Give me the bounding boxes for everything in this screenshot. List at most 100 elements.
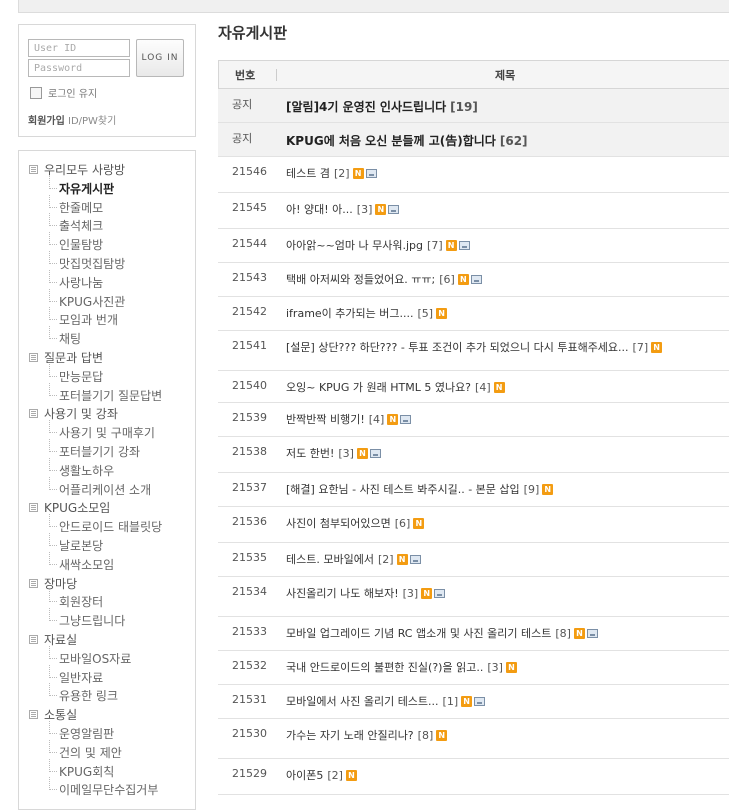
header-divider [276, 69, 277, 81]
post-title-link[interactable]: 아아앍~~엄마 나 무사워.jpg [7] N [286, 237, 470, 253]
image-attachment-icon [470, 274, 482, 284]
sidebar-item[interactable]: 생활노하우 [47, 457, 114, 479]
table-row: 21540 오잉~ KPUG 가 원래 HTML 5 였나요? [4] N [218, 371, 729, 403]
post-title-link[interactable]: 아이폰5 [2] N [286, 767, 357, 783]
sidebar-item[interactable]: KPUG회칙 [47, 758, 114, 780]
post-number: 21542 [232, 305, 267, 318]
comment-count: [4] [368, 412, 385, 426]
sidebar-item[interactable]: 어플리케이션 소개 [47, 476, 151, 498]
post-title-link[interactable]: 테스트. 모바일에서 [2] N [286, 551, 421, 567]
post-number: 21540 [232, 379, 267, 392]
table-row: 21539 반짝반짝 비행기! [4] N [218, 403, 729, 437]
comment-count: [3] [338, 446, 354, 460]
post-title: 아! 양대! 아... [286, 203, 353, 216]
sidebar-item[interactable]: 채팅 [47, 326, 81, 347]
sidebar-category[interactable]: 질문과 답변 [29, 349, 103, 366]
post-title-link[interactable]: 택배 아저씨와 정들었어요. ㅠㅠ; [6] N [286, 271, 482, 287]
sidebar-item[interactable]: 맛집멋집탐방 [47, 251, 125, 272]
sidebar-category[interactable]: 사용기 및 강좌 [29, 405, 118, 422]
post-title: 테스트. 모바일에서 [286, 553, 374, 566]
post-number: 21539 [232, 411, 267, 424]
post-title-link[interactable]: 저도 한번! [3] N [286, 445, 381, 461]
sidebar-item[interactable]: 포터블기기 강좌 [47, 439, 140, 460]
user-id-input[interactable] [28, 39, 130, 57]
new-icon: N [396, 553, 408, 565]
sidebar-item[interactable]: 자유게시판 [47, 175, 114, 197]
post-title-link[interactable]: 오잉~ KPUG 가 원래 HTML 5 였나요? [4] N [286, 379, 505, 395]
sidebar-item[interactable]: 운영알림판 [47, 721, 114, 742]
post-title-link[interactable]: [해결] 요한님 - 사진 테스트 봐주시길.. - 본문 삽입 [9] N [286, 481, 554, 497]
post-number: 21529 [232, 767, 267, 780]
sidebar-item[interactable]: 모임과 번개 [47, 307, 118, 328]
image-attachment-icon [365, 168, 377, 178]
join-link[interactable]: 회원가입 [28, 116, 65, 127]
post-title-link[interactable]: [설문] 상단??? 하단??? - 투표 조건이 추가 되었으니 다시 투표해… [286, 339, 663, 355]
post-title-link[interactable]: 사진이 첨부되어있으면 [6] N [286, 515, 425, 531]
post-title: 사진올리기 나도 해보자! [286, 587, 399, 600]
new-icon: N [413, 517, 425, 529]
post-title-link[interactable]: 가수는 자기 노래 안질리나? [8] N [286, 727, 448, 743]
post-title-link[interactable]: 모바일 업그레이드 기념 RC 앱소개 및 사진 올리기 테스트 [8] N [286, 625, 598, 641]
page-title: 자유게시판 [218, 24, 288, 42]
notice-row: 공지 [알림]4기 운영진 인사드립니다 [19] [218, 89, 729, 123]
table-row: 21545 아! 양대! 아... [3] N [218, 193, 729, 229]
post-title-link[interactable]: 아! 양대! 아... [3] N [286, 201, 400, 217]
post-title-link[interactable]: 테스트 겸 [2] N [286, 165, 377, 181]
post-number: 21535 [232, 551, 267, 564]
sidebar-item[interactable]: 건의 및 제안 [47, 739, 122, 761]
category-list-icon [29, 353, 38, 362]
post-title-link[interactable]: iframe이 추가되는 버그.... [5] N [286, 305, 448, 321]
sidebar-item[interactable]: 포터블기기 질문답변 [47, 382, 162, 404]
post-title: 모바일에서 사진 올리기 테스트... [286, 695, 439, 708]
sidebar-item[interactable]: 그냥드립니다 [47, 608, 125, 629]
post-title: 모바일 업그레이드 기념 RC 앱소개 및 사진 올리기 테스트 [286, 627, 552, 640]
category-list-icon [29, 165, 38, 174]
sidebar-category[interactable]: 우리모두 사랑방 [29, 161, 125, 178]
col-title-header: 제목 [495, 69, 516, 82]
sidebar-category[interactable]: KPUG소모임 [29, 499, 110, 516]
category-list-icon [29, 710, 38, 720]
post-title-link[interactable]: KPUG에 처음 오신 분들께 고(告)합니다 [62] [286, 132, 528, 149]
keep-login[interactable]: 로그인 유지 [30, 85, 97, 100]
table-row: 21532 국내 안드로이드의 불편한 진실(?)을 읽고.. [3] N [218, 651, 729, 685]
comment-count: [6] [394, 516, 411, 530]
image-attachment-icon [400, 414, 412, 424]
sidebar-item[interactable]: 유용한 링크 [47, 683, 118, 704]
comment-count: [1] [442, 694, 459, 708]
new-icon: N [505, 661, 517, 673]
table-header: 번호 제목 [218, 60, 729, 89]
comment-count: [4] [475, 380, 491, 394]
post-title-link[interactable]: 모바일에서 사진 올리기 테스트... [1] N [286, 693, 486, 709]
post-title: iframe이 추가되는 버그.... [286, 307, 414, 320]
post-number: 21533 [232, 625, 267, 638]
post-title-link[interactable]: 사진올리기 나도 해보자! [3] N [286, 585, 446, 601]
sidebar-item[interactable]: 새싹소모임 [47, 551, 114, 573]
post-title-link[interactable]: 국내 안드로이드의 불편한 진실(?)을 읽고.. [3] N [286, 659, 517, 675]
sidebar-item[interactable]: 안드로이드 태블릿당 [47, 514, 162, 535]
keep-login-checkbox[interactable] [30, 86, 42, 99]
post-title: 오잉~ KPUG 가 원래 HTML 5 였나요? [286, 381, 472, 394]
post-title-link[interactable]: [알림]4기 운영진 인사드립니다 [19] [286, 98, 478, 115]
comment-count: [19] [450, 99, 478, 114]
post-title: 아이폰5 [286, 769, 324, 782]
sidebar-item[interactable]: 사용기 및 구매후기 [47, 420, 155, 441]
category-list-icon [29, 409, 38, 419]
new-icon: N [651, 341, 663, 353]
table-row: 21538 저도 한번! [3] N [218, 437, 729, 473]
login-button[interactable]: LOG IN [136, 39, 184, 77]
post-number: 21534 [232, 585, 267, 598]
new-icon: N [457, 273, 469, 285]
sidebar-item[interactable]: 이메일무단수집거부 [47, 777, 158, 798]
sidebar-item[interactable]: 모바일OS자료 [47, 645, 131, 667]
post-title: 테스트 겸 [286, 167, 330, 180]
post-title-link[interactable]: 반짝반짝 비행기! [4] N [286, 411, 412, 427]
post-number: 21531 [232, 693, 267, 706]
post-number: 21541 [232, 339, 267, 352]
post-title: 택배 아저씨와 정들었어요. ㅠㅠ; [286, 273, 436, 286]
table-row: 21541 [설문] 상단??? 하단??? - 투표 조건이 추가 되었으니 다… [218, 331, 729, 371]
post-title: 사진이 첨부되어있으면 [286, 517, 391, 530]
find-idpw-link[interactable]: ID/PW찾기 [68, 116, 116, 127]
sidebar-item[interactable]: KPUG사진관 [47, 288, 125, 310]
password-input[interactable] [28, 59, 130, 77]
new-icon: N [436, 307, 448, 319]
